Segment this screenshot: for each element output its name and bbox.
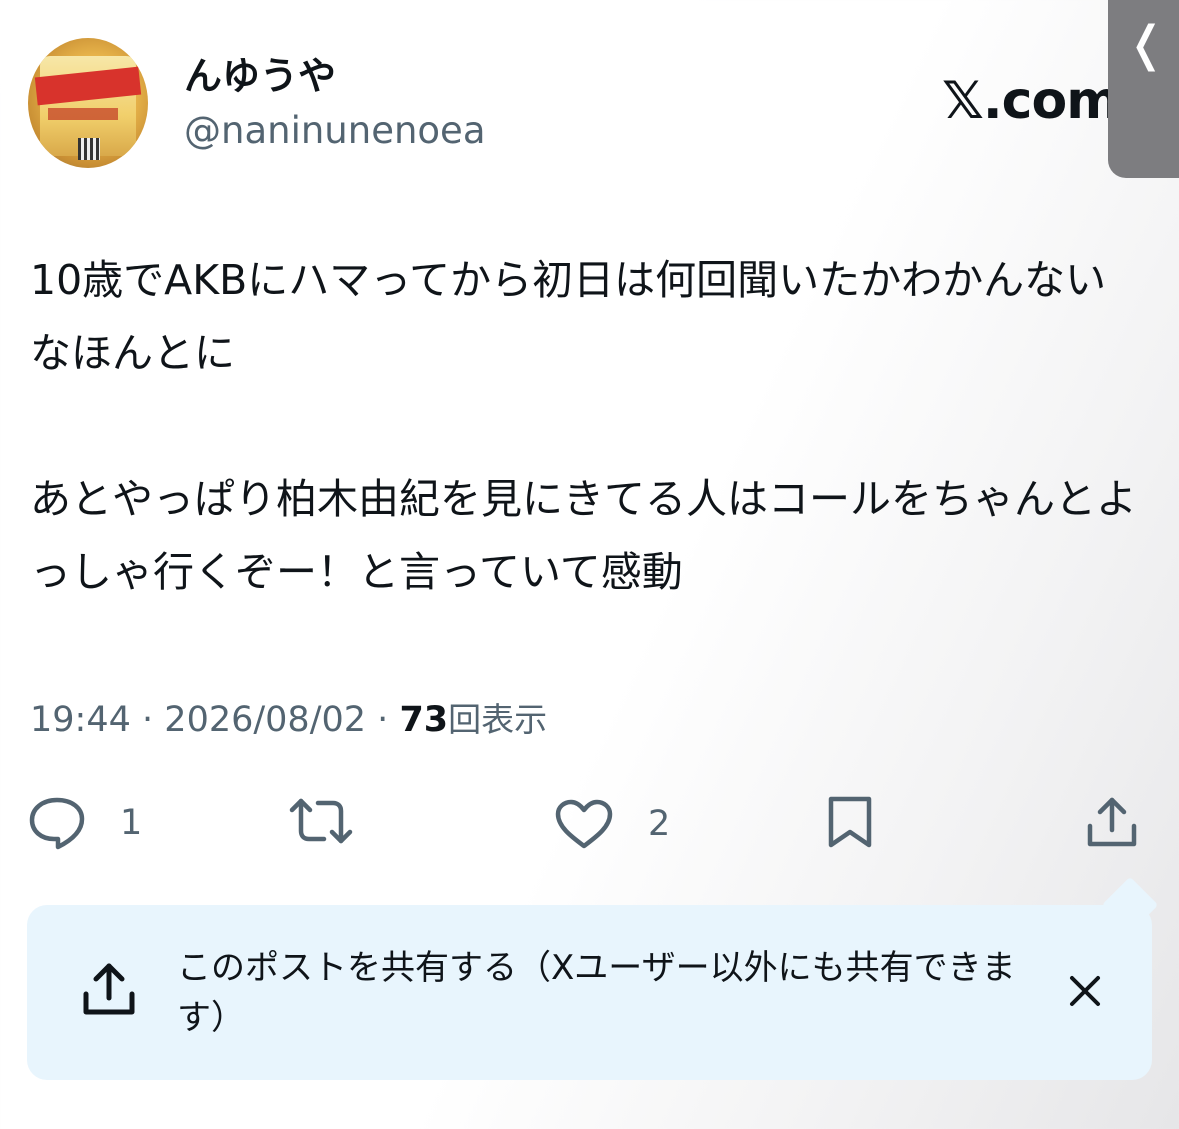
like-count: 2 [648, 804, 671, 844]
like-button[interactable]: 2 [554, 798, 670, 850]
bookmark-icon [828, 796, 872, 848]
chevron-left-icon: ❬ [1126, 16, 1167, 72]
close-icon[interactable] [1067, 973, 1103, 1009]
tweet-time[interactable]: 19:44 [30, 700, 131, 740]
share-button[interactable] [1084, 794, 1140, 850]
retweet-icon [289, 798, 353, 844]
reply-count: 1 [120, 803, 143, 843]
share-icon [1087, 797, 1137, 847]
retweet-button[interactable] [288, 797, 354, 845]
share-popup-message[interactable]: このポストを共有する（Xユーザー以外にも共有できます） [177, 943, 1057, 1043]
tweet-date[interactable]: 2026/08/02 [164, 700, 366, 740]
reply-icon [29, 797, 85, 850]
author-handle[interactable]: @naninunenoea [184, 106, 486, 156]
tweet-text: 10歳でAKBにハマってから初日は何回聞いたかわかんないなほんとに あとやっぱり… [30, 244, 1140, 609]
edge-panel-tab[interactable]: ❬ [1108, 0, 1179, 178]
meta-separator: · [142, 700, 154, 740]
bookmark-button[interactable] [825, 795, 875, 849]
share-popup[interactable]: このポストを共有する（Xユーザー以外にも共有できます） [27, 876, 1159, 1080]
popup-notch [1101, 876, 1159, 934]
views-label: 回表示 [448, 700, 548, 739]
views-count: 73 [399, 700, 449, 740]
tweet-paragraph: あとやっぱり柏木由紀を見にきてる人はコールをちゃんとよっしゃ行くぞー！と言ってい… [30, 475, 1137, 596]
x-logo: 𝕏.com [942, 71, 1108, 131]
heart-icon [555, 799, 613, 849]
avatar-qr-code [78, 138, 100, 160]
avatar-label-stripe [48, 108, 118, 120]
meta-separator: · [377, 700, 389, 740]
avatar[interactable] [28, 38, 148, 168]
reply-button[interactable]: 1 [28, 796, 142, 850]
author-display-name[interactable]: んゆうや [184, 50, 336, 102]
share-upload-icon [83, 963, 135, 1015]
tweet-paragraph: 10歳でAKBにハマってから初日は何回聞いたかわかんないなほんとに [30, 256, 1107, 377]
tweet-meta: 19:44 · 2026/08/02 · 73回表示 [30, 696, 547, 744]
